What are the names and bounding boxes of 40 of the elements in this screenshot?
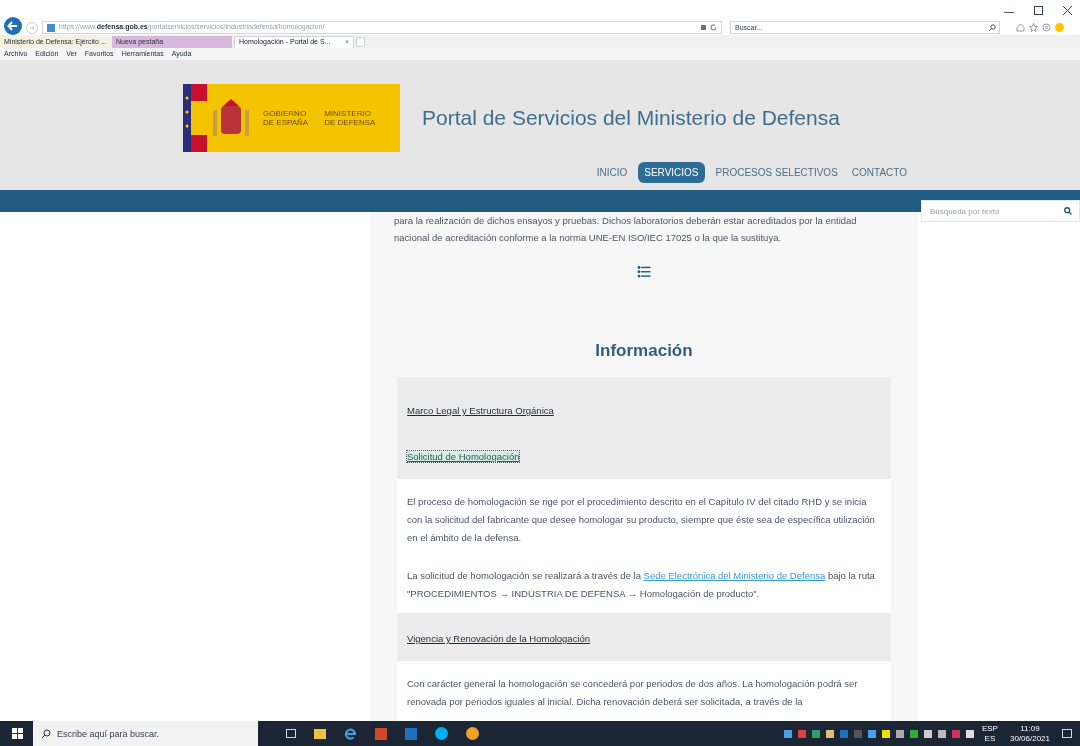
intro-paragraph: para la realización de dichos ensayos y pruebas. Dichos laboratorios deberán estar acreditados por la entidad nacional de acreditación conforme a la norma UNE-EN ISO/IEC 17025 o la que la sustituya. <box>394 214 858 245</box>
language-indicator[interactable]: ESP <box>981 723 998 734</box>
nav-link[interactable]: SERVICIOS <box>638 162 705 183</box>
notifications-icon[interactable] <box>1062 729 1072 738</box>
round-app-icon[interactable] <box>466 727 479 740</box>
taskbar-search-field[interactable]: Escribe aquí para buscar. <box>33 721 258 746</box>
body-paragraph: La solicitud de homologación se realizará a través de la Sede Electrónica del Ministerio de Defensa bajo la ruta "PROCEDIMIENTOS → INDUSTRIA DE DEFENSA → Homologación de producto". <box>407 569 876 601</box>
clock-time: 11:09 <box>1020 723 1040 734</box>
logo-text: MINISTERIO DE DEFENSA <box>324 109 376 127</box>
close-icon[interactable] <box>1063 5 1072 15</box>
task-view-icon[interactable] <box>286 729 296 738</box>
search-icon <box>41 729 51 739</box>
nav-link[interactable]: INICIO <box>593 162 631 183</box>
minimize-button[interactable] <box>1004 11 1014 13</box>
site-title: Portal de Servicios del Ministerio de Defensa <box>422 105 840 131</box>
accordion-link[interactable]: Marco Legal y Estructura Orgánica <box>407 405 554 416</box>
body-paragraph: Con carácter general la homologación se concederá por periodos de dos años. La homologación podrá ser renovada por periodos iguales al inicial. Dicha renovación deberá ser solicitada, a través de la <box>407 677 859 709</box>
accordion-link[interactable]: Vigencia y Renovación de la Homologación <box>407 633 591 644</box>
coat-of-arms-drawing <box>211 98 251 138</box>
section-heading: Información <box>595 339 693 362</box>
mail-app-icon[interactable] <box>405 727 417 740</box>
logo-text: GOBIERNO DE ESPAÑA <box>263 109 309 127</box>
search-field[interactable]: Búsqueda por texto <box>921 200 1080 222</box>
chat-app-icon[interactable] <box>435 727 448 740</box>
star-icon[interactable] <box>1029 23 1038 32</box>
nav-link[interactable]: CONTACTO <box>848 162 910 183</box>
browser-icon[interactable] <box>344 727 357 740</box>
search-icon <box>989 24 996 31</box>
search-icon <box>1064 207 1072 215</box>
presentation-app-icon[interactable] <box>375 727 387 740</box>
restore-button[interactable] <box>1034 5 1043 15</box>
file-explorer-icon[interactable] <box>314 728 326 739</box>
nav-link[interactable]: PROCESOS SELECTIVOS <box>712 162 841 183</box>
windows-logo-icon[interactable] <box>12 728 23 739</box>
clock-date: 30/06/2021 <box>1009 733 1050 744</box>
page-icon <box>47 23 55 32</box>
body-paragraph: El proceso de homologación se rige por el procedimiento descrito en el Capítulo IV del citado RHD y se inicia con la solicitud del fabricante que desee homologar su producto, siempre que éste sea de específica utilización en el ámbito de la defensa. <box>407 495 876 545</box>
accordion-link[interactable]: Solicitud de Homologación <box>407 451 520 462</box>
keyboard-layout-label: ES <box>984 733 996 744</box>
refresh-icon[interactable] <box>710 24 717 31</box>
